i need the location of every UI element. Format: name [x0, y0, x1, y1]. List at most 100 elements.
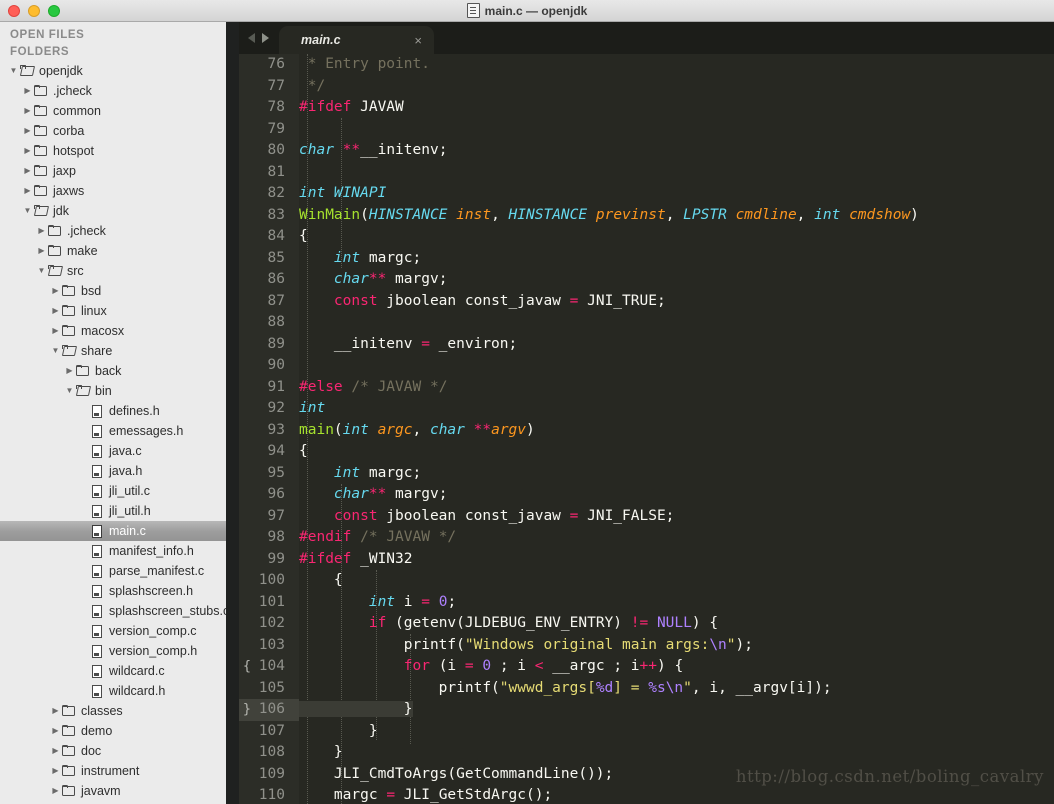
tree-folder-item[interactable]: ▶ common [0, 101, 226, 121]
code-line[interactable]: 90 [239, 355, 1054, 377]
tree-folder-item[interactable]: ▶ macosx [0, 321, 226, 341]
folder-tree[interactable]: ▼ openjdk ▶ .jcheck ▶ common ▶ corba ▶ hotspot ▶ ja… [0, 61, 226, 801]
tree-file-item[interactable]: jli_util.h [0, 501, 226, 521]
tree-folder-item[interactable]: ▶ jaxws [0, 181, 226, 201]
chevron-down-icon[interactable]: ▼ [8, 67, 19, 75]
tree-file-item[interactable]: java.c [0, 441, 226, 461]
tree-folder-item[interactable]: ▼ share [0, 341, 226, 361]
minimize-window-button[interactable] [28, 5, 40, 17]
nav-back-icon[interactable] [248, 33, 255, 43]
tree-folder-item[interactable]: ▶ make [0, 241, 226, 261]
tree-folder-item[interactable]: ▶ bsd [0, 281, 226, 301]
code-line[interactable]: 101 int i = 0; [239, 592, 1054, 614]
code-line[interactable]: 85 int margc; [239, 248, 1054, 270]
chevron-right-icon[interactable]: ▶ [22, 127, 33, 135]
chevron-right-icon[interactable]: ▶ [36, 247, 47, 255]
code-line[interactable]: 91 #else /* JAVAW */ [239, 377, 1054, 399]
code-fold-marker[interactable]: } [241, 699, 253, 721]
chevron-right-icon[interactable]: ▶ [50, 287, 61, 295]
code-line[interactable]: 103 printf("Windows original main args:\… [239, 635, 1054, 657]
code-line[interactable]: 97 const jboolean const_javaw = JNI_FALS… [239, 506, 1054, 528]
close-window-button[interactable] [8, 5, 20, 17]
code-fold-marker[interactable]: { [241, 656, 253, 678]
code-line[interactable]: 95 int margc; [239, 463, 1054, 485]
code-line[interactable]: 102 if (getenv(JLDEBUG_ENV_ENTRY) != NUL… [239, 613, 1054, 635]
code-line[interactable]: 86 char** margv; [239, 269, 1054, 291]
code-line[interactable]: 100 { [239, 570, 1054, 592]
tree-file-item[interactable]: version_comp.h [0, 641, 226, 661]
chevron-down-icon[interactable]: ▼ [36, 267, 47, 275]
tree-file-item[interactable]: main.c [0, 521, 226, 541]
tree-folder-item[interactable]: ▶ .jcheck [0, 221, 226, 241]
tree-file-item[interactable]: parse_manifest.c [0, 561, 226, 581]
tree-folder-item[interactable]: ▼ openjdk [0, 61, 226, 81]
code-line[interactable]: } 106 } [239, 699, 1054, 721]
tree-folder-item[interactable]: ▶ demo [0, 721, 226, 741]
code-line[interactable]: 76 * Entry point. [239, 54, 1054, 76]
tree-file-item[interactable]: jli_util.c [0, 481, 226, 501]
chevron-right-icon[interactable]: ▶ [50, 727, 61, 735]
close-icon[interactable]: × [388, 34, 422, 47]
code-line[interactable]: 105 printf("wwwd_args[%d] = %s\n", i, __… [239, 678, 1054, 700]
tree-folder-item[interactable]: ▶ classes [0, 701, 226, 721]
tree-file-item[interactable]: wildcard.c [0, 661, 226, 681]
chevron-right-icon[interactable]: ▶ [50, 327, 61, 335]
chevron-down-icon[interactable]: ▼ [64, 387, 75, 395]
code-line[interactable]: 110 margc = JLI_GetStdArgc(); [239, 785, 1054, 804]
code-line[interactable]: 77 */ [239, 76, 1054, 98]
tree-folder-item[interactable]: ▼ src [0, 261, 226, 281]
chevron-right-icon[interactable]: ▶ [50, 707, 61, 715]
chevron-down-icon[interactable]: ▼ [50, 347, 61, 355]
tree-folder-item[interactable]: ▶ jaxp [0, 161, 226, 181]
code-line[interactable]: 98 #endif /* JAVAW */ [239, 527, 1054, 549]
code-line[interactable]: 81 [239, 162, 1054, 184]
chevron-right-icon[interactable]: ▶ [22, 187, 33, 195]
code-lines[interactable]: 76 * Entry point. 77 */78 #ifdef JAVAW 79 80… [239, 54, 1054, 804]
zoom-window-button[interactable] [48, 5, 60, 17]
chevron-right-icon[interactable]: ▶ [50, 747, 61, 755]
code-line[interactable]: 92 int [239, 398, 1054, 420]
tree-folder-item[interactable]: ▶ instrument [0, 761, 226, 781]
tree-folder-item[interactable]: ▶ back [0, 361, 226, 381]
code-line[interactable]: 88 [239, 312, 1054, 334]
tree-file-item[interactable]: java.h [0, 461, 226, 481]
code-line[interactable]: 96 char** margv; [239, 484, 1054, 506]
code-line[interactable]: 79 [239, 119, 1054, 141]
code-line[interactable]: 87 const jboolean const_javaw = JNI_TRUE… [239, 291, 1054, 313]
tree-folder-item[interactable]: ▶ linux [0, 301, 226, 321]
window-controls[interactable] [8, 5, 60, 17]
tree-file-item[interactable]: version_comp.c [0, 621, 226, 641]
tree-file-item[interactable]: wildcard.h [0, 681, 226, 701]
tree-file-item[interactable]: manifest_info.h [0, 541, 226, 561]
tree-folder-item[interactable]: ▶ doc [0, 741, 226, 761]
tab-nav-arrows[interactable] [239, 22, 279, 54]
code-line[interactable]: 94 { [239, 441, 1054, 463]
tree-file-item[interactable]: splashscreen_stubs.c [0, 601, 226, 621]
nav-forward-icon[interactable] [262, 33, 269, 43]
chevron-right-icon[interactable]: ▶ [22, 167, 33, 175]
tree-folder-item[interactable]: ▶ .jcheck [0, 81, 226, 101]
tree-file-item[interactable]: splashscreen.h [0, 581, 226, 601]
code-line[interactable]: 82 int WINAPI [239, 183, 1054, 205]
tree-folder-item[interactable]: ▼ jdk [0, 201, 226, 221]
chevron-down-icon[interactable]: ▼ [22, 207, 33, 215]
tree-folder-item[interactable]: ▶ hotspot [0, 141, 226, 161]
code-line[interactable]: 78 #ifdef JAVAW [239, 97, 1054, 119]
chevron-right-icon[interactable]: ▶ [50, 787, 61, 795]
tree-folder-item[interactable]: ▶ corba [0, 121, 226, 141]
code-line[interactable]: 99 #ifdef _WIN32 [239, 549, 1054, 571]
tree-folder-item[interactable]: ▶ javavm [0, 781, 226, 801]
tree-file-item[interactable]: defines.h [0, 401, 226, 421]
code-line[interactable]: 93 main(int argc, char **argv) [239, 420, 1054, 442]
tab-main-c[interactable]: main.c × [279, 26, 434, 54]
code-line[interactable]: 89 __initenv = _environ; [239, 334, 1054, 356]
code-line[interactable]: 107 } [239, 721, 1054, 743]
code-line[interactable]: 83 WinMain(HINSTANCE inst, HINSTANCE prev… [239, 205, 1054, 227]
code-line[interactable]: 108 } [239, 742, 1054, 764]
tree-folder-item[interactable]: ▼ bin [0, 381, 226, 401]
chevron-right-icon[interactable]: ▶ [50, 307, 61, 315]
chevron-right-icon[interactable]: ▶ [22, 107, 33, 115]
code-line[interactable]: 84 { [239, 226, 1054, 248]
chevron-right-icon[interactable]: ▶ [22, 87, 33, 95]
chevron-right-icon[interactable]: ▶ [36, 227, 47, 235]
